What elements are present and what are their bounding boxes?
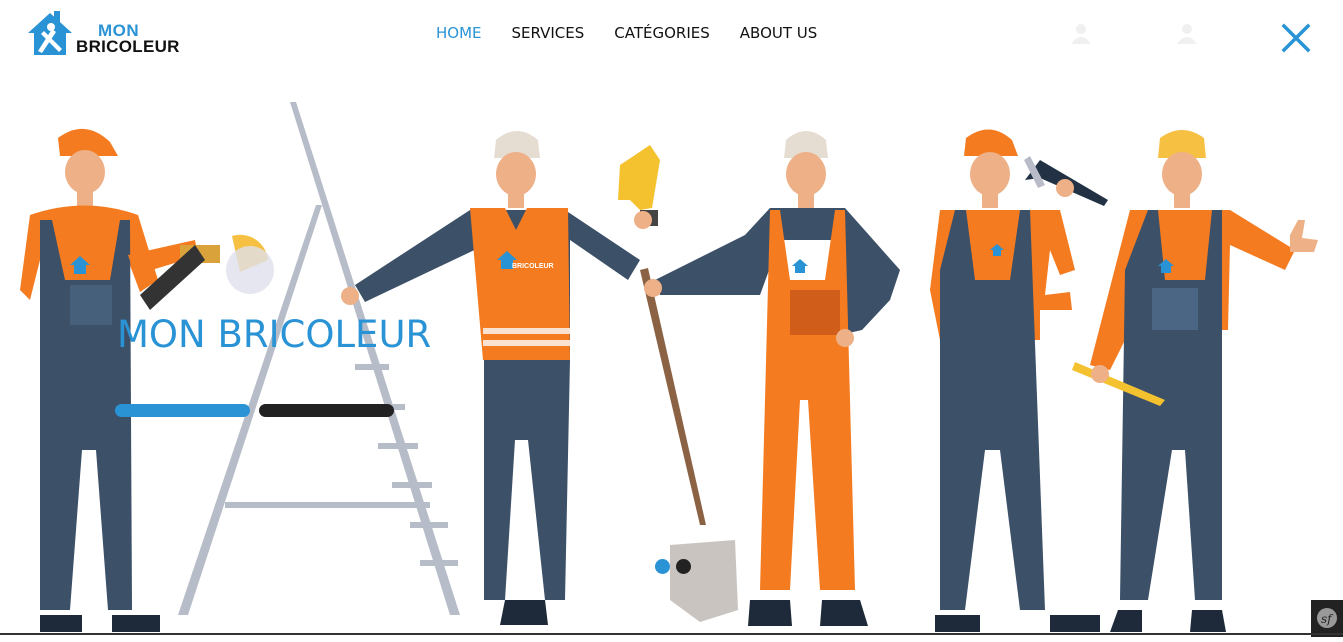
worker-drill-illustration [341, 131, 660, 625]
site-header: MON BRICOLEUR HOME SERVICES CATÉGORIES A… [0, 0, 1343, 70]
worker-grinder-illustration [20, 128, 274, 632]
hero-slider: BRICOLEUR MON BRICOLEUR [0, 70, 1343, 637]
worker-shovel-illustration [640, 131, 900, 626]
brand-name: MON BRICOLEUR [76, 22, 180, 56]
nav-services[interactable]: SERVICES [512, 24, 585, 42]
ladder-illustration [178, 102, 460, 615]
vest-logo-text: BRICOLEUR [512, 263, 554, 270]
brand-line2: BRICOLEUR [76, 37, 180, 56]
brand-logo[interactable]: MON BRICOLEUR [24, 7, 184, 59]
symfony-toolbar-toggle[interactable]: sf [1311, 600, 1343, 637]
page-bottom-border [0, 633, 1343, 635]
nav-about-us[interactable]: ABOUT US [740, 24, 818, 42]
slider-dot-2[interactable] [676, 559, 691, 574]
nav-categories[interactable]: CATÉGORIES [614, 24, 710, 42]
worker-hammer-illustration [930, 129, 1108, 632]
user-icon[interactable] [1070, 22, 1092, 44]
slider-dot-1[interactable] [655, 559, 670, 574]
hero-title: MON BRICOLEUR [117, 313, 432, 356]
close-icon[interactable] [1280, 22, 1312, 54]
user-icon[interactable] [1176, 22, 1198, 44]
worker-thumbs-up-illustration [1072, 130, 1318, 632]
house-tools-icon [28, 11, 72, 55]
hero-bar-primary[interactable] [115, 404, 250, 417]
nav-home[interactable]: HOME [436, 24, 482, 42]
hero-bar-secondary[interactable] [259, 404, 394, 417]
main-nav: HOME SERVICES CATÉGORIES ABOUT US [436, 24, 817, 42]
symfony-icon: sf [1317, 608, 1337, 628]
